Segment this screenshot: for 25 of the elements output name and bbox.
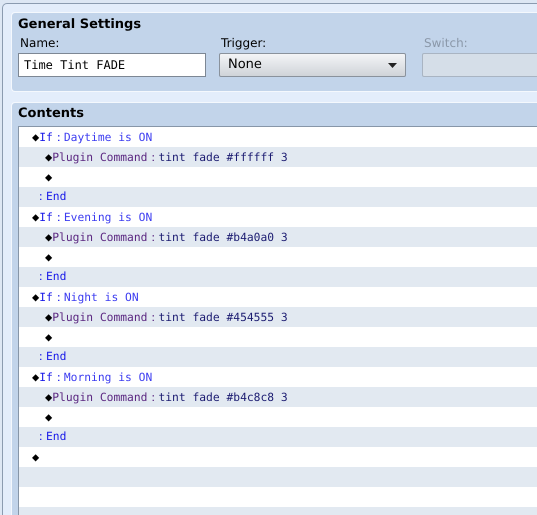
event-command-row[interactable]: ◆Plugin Command：tint fade #b4a0a0 3 xyxy=(19,227,537,247)
event-command-row[interactable]: ◆Plugin Command：tint fade #454555 3 xyxy=(19,307,537,327)
event-command-row[interactable]: ◆ xyxy=(19,447,537,467)
event-command-row[interactable]: ：End xyxy=(19,347,537,367)
section-title: Contents xyxy=(18,105,85,122)
event-command-row[interactable]: ：End xyxy=(19,187,537,207)
event-command-row[interactable]: ◆ xyxy=(19,327,537,347)
caret-icon xyxy=(388,62,397,68)
event-command-row[interactable]: ◆If：Evening is ON xyxy=(19,207,537,227)
section-title: General Settings xyxy=(18,16,142,33)
event-command-row[interactable]: ：End xyxy=(19,267,537,287)
field-label: Name: xyxy=(20,36,60,50)
event-command-row[interactable]: ◆Plugin Command：tint fade #ffffff 3 xyxy=(19,147,537,167)
event-command-row[interactable]: ◆If：Morning is ON xyxy=(19,367,537,387)
event-command-row[interactable]: ◆ xyxy=(19,247,537,267)
event-command-row[interactable]: ：End xyxy=(19,427,537,447)
event-command-row[interactable]: ◆If：Night is ON xyxy=(19,287,537,307)
field-label: Switch: xyxy=(424,36,469,50)
event-command-row[interactable]: ◆ xyxy=(19,407,537,427)
trigger-dropdown[interactable]: None xyxy=(219,53,406,77)
field-label: Trigger: xyxy=(221,36,268,50)
name-field[interactable]: Time Tint FADE xyxy=(18,53,206,77)
event-command-row[interactable]: ◆If：Daytime is ON xyxy=(19,127,537,147)
event-command-row[interactable]: ◆ xyxy=(19,167,537,187)
event-command-row[interactable]: ◆Plugin Command：tint fade #b4c8c8 3 xyxy=(19,387,537,407)
